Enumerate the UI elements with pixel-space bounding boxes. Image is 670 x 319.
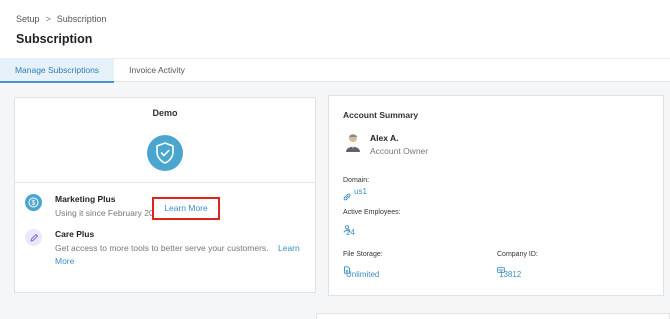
company-id-value[interactable]: 13812 <box>499 270 521 279</box>
id-card-icon <box>497 261 505 273</box>
product-description: Get access to more tools to better serve… <box>55 242 315 268</box>
plan-card: Demo $ Marketing Plus Using it since Feb… <box>14 97 316 293</box>
page-title: Subscription <box>16 32 93 46</box>
page-header: Setup > Subscription Subscription <box>0 0 670 58</box>
pen-icon <box>25 229 42 246</box>
domain-value[interactable]: us1 <box>354 187 367 196</box>
dollar-circle-icon: $ <box>25 194 42 211</box>
company-id-label: Company ID: <box>497 251 538 258</box>
shield-check-icon <box>147 135 183 171</box>
file-icon <box>343 261 351 274</box>
active-employees-value[interactable]: 24 <box>346 228 355 237</box>
account-summary-card: Account Summary Alex A. Account Owner Do… <box>328 95 664 296</box>
tab-invoice-activity[interactable]: Invoice Activity <box>114 59 200 83</box>
svg-text:$: $ <box>32 200 36 207</box>
tab-bar: Manage Subscriptions Invoice Activity <box>0 58 670 83</box>
file-storage-value[interactable]: Unlimited <box>346 270 379 279</box>
breadcrumb-setup[interactable]: Setup <box>16 14 40 24</box>
breadcrumb: Setup > Subscription <box>16 14 106 24</box>
learn-more-link-highlighted[interactable]: Learn More <box>152 197 220 220</box>
breadcrumb-separator: > <box>45 14 51 24</box>
active-employees-label: Active Employees: <box>343 209 401 216</box>
product-name: Marketing Plus <box>55 194 116 204</box>
owner-name: Alex A. <box>370 133 399 143</box>
domain-label: Domain: <box>343 177 370 184</box>
plan-name: Demo <box>152 108 178 118</box>
next-card <box>316 313 670 319</box>
account-summary-title: Account Summary <box>343 110 419 120</box>
product-description-text: Get access to more tools to better serve… <box>55 243 269 253</box>
owner-role: Account Owner <box>370 146 429 156</box>
card-divider <box>15 182 315 183</box>
tab-manage-subscriptions[interactable]: Manage Subscriptions <box>0 59 114 83</box>
product-name: Care Plus <box>55 229 95 239</box>
person-icon <box>343 220 351 233</box>
avatar <box>345 132 361 152</box>
link-icon <box>343 188 351 201</box>
file-storage-label: File Storage: <box>343 251 383 258</box>
breadcrumb-current: Subscription <box>56 14 107 24</box>
